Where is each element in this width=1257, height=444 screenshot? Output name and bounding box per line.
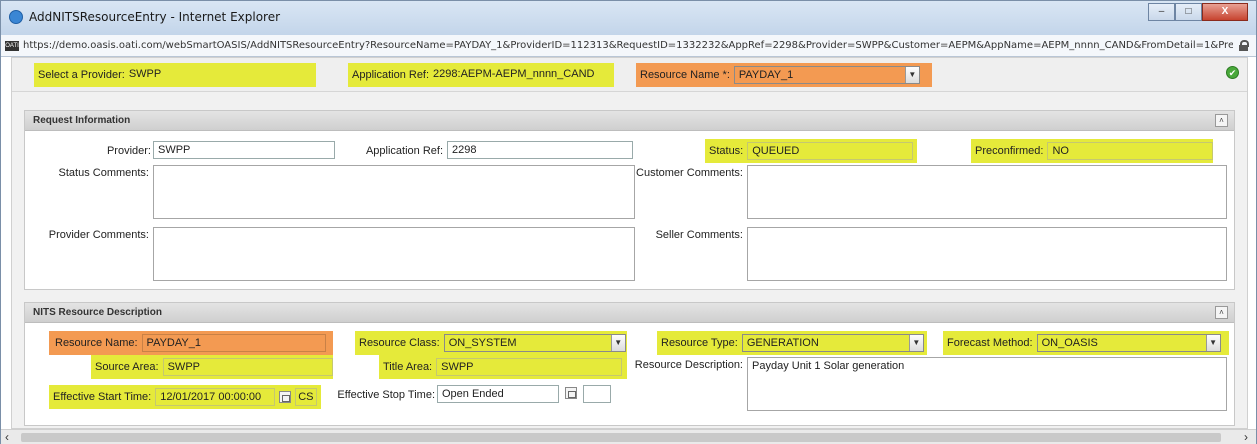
chevron-down-icon[interactable]: ▼ [610,335,625,351]
provider-comments-label: Provider Comments: [48,229,149,241]
minimize-button[interactable]: – [1148,3,1175,21]
application-ref-label: Application Ref: [365,145,443,157]
panel-header: NITS Resource Description ˄ [25,303,1234,323]
provider-selector: Select a Provider: SWPP [34,63,316,87]
provider-label: Provider: [106,145,151,157]
effective-stop-label: Effective Stop Time: [337,389,435,401]
provider-field[interactable]: SWPP [153,141,335,159]
browser-window: AddNITSResourceEntry - Internet Explorer… [0,0,1257,444]
check-circle-icon: ✔ [1226,66,1239,79]
window-title: AddNITSResourceEntry - Internet Explorer [29,10,281,24]
stop-timezone-field[interactable] [583,385,611,403]
title-bar: AddNITSResourceEntry - Internet Explorer… [1,1,1256,35]
calendar-icon[interactable] [565,387,579,401]
scroll-left-icon[interactable]: ‹ [5,430,9,444]
status-label: Status: [709,145,744,157]
panel-title: Request Information [33,115,131,126]
title-area-label: Title Area: [383,361,433,373]
horizontal-scrollbar[interactable]: ‹ › [1,429,1256,444]
panel-header: Request Information ˄ [25,111,1234,131]
page-content: Select a Provider: SWPP Application Ref:… [11,57,1248,429]
source-area-group: Source Area: SWPP [91,355,333,379]
forecast-method-group: Forecast Method: ON_OASIS ▼ [943,331,1229,355]
customer-comments-textarea[interactable] [747,165,1227,219]
resource-name-group: Resource Name: PAYDAY_1 [49,331,333,355]
application-ref-field[interactable]: 2298 [447,141,633,159]
resource-type-group: Resource Type: GENERATION ▼ [657,331,927,355]
provider-value[interactable]: SWPP [125,66,245,84]
effective-start-label: Effective Start Time: [53,391,152,403]
forecast-method-value: ON_OASIS [1041,337,1098,349]
preconfirmed-label: Preconfirmed: [975,145,1044,157]
url-text[interactable]: https://demo.oasis.oati.com/webSmartOASI… [23,40,1233,51]
close-button[interactable]: X [1202,3,1248,21]
seller-comments-label: Seller Comments: [655,229,743,241]
site-favicon-icon: OATI [5,41,19,51]
address-bar[interactable]: OATI https://demo.oasis.oati.com/webSmar… [1,35,1256,57]
resource-class-dropdown[interactable]: ON_SYSTEM ▼ [443,334,626,352]
resource-type-dropdown[interactable]: GENERATION ▼ [741,334,924,352]
source-area-field[interactable]: SWPP [162,358,333,376]
forecast-method-dropdown[interactable]: ON_OASIS ▼ [1036,334,1221,352]
provider-comments-textarea[interactable] [153,227,635,281]
source-area-label: Source Area: [95,361,159,373]
chevron-down-icon[interactable]: ▼ [1205,335,1220,351]
select-provider-label: Select a Provider: [38,69,125,81]
application-ref-label: Application Ref: [352,69,430,81]
customer-comments-label: Customer Comments: [636,167,743,179]
title-area-group: Title Area: SWPP [379,355,627,379]
nits-resource-description-panel: NITS Resource Description ˄ Resource Nam… [24,302,1235,426]
application-ref-selector: Application Ref: 2298:AEPM-AEPM_nnnn_CAN… [348,63,614,87]
resource-class-label: Resource Class: [359,337,440,349]
preconfirmed-field[interactable]: NO [1047,142,1213,160]
start-timezone-field[interactable]: CS [295,388,318,406]
status-comments-textarea[interactable] [153,165,635,219]
maximize-button[interactable]: □ [1175,3,1202,21]
resource-description-textarea[interactable]: Payday Unit 1 Solar generation [747,357,1227,411]
resource-class-group: Resource Class: ON_SYSTEM ▼ [355,331,627,355]
resource-name-label: Resource Name: [55,337,138,349]
resource-description-label: Resource Description: [634,359,743,371]
scroll-thumb[interactable] [21,433,1221,442]
status-comments-label: Status Comments: [58,167,149,179]
resource-type-label: Resource Type: [661,337,738,349]
resource-type-value: GENERATION [746,337,819,349]
effective-start-field[interactable]: 12/01/2017 00:00:00 [155,388,276,406]
scroll-right-icon[interactable]: › [1244,430,1248,444]
resource-name-value: PAYDAY_1 [738,69,794,81]
lock-icon[interactable] [1239,40,1249,51]
calendar-icon[interactable] [279,390,293,404]
status-field[interactable]: QUEUED [747,142,914,160]
selection-bar: Select a Provider: SWPP Application Ref:… [12,58,1247,92]
effective-stop-field[interactable]: Open Ended [437,385,559,403]
seller-comments-textarea[interactable] [747,227,1227,281]
panel-title: NITS Resource Description [33,307,162,318]
resource-name-dropdown[interactable]: PAYDAY_1 ▼ [733,66,920,84]
chevron-down-icon[interactable]: ▼ [908,335,923,351]
collapse-icon[interactable]: ˄ [1215,114,1228,127]
resource-class-value: ON_SYSTEM [448,337,517,349]
forecast-method-label: Forecast Method: [947,337,1033,349]
preconfirmed-group: Preconfirmed: NO [971,139,1213,163]
effective-start-group: Effective Start Time: 12/01/2017 00:00:0… [49,385,321,409]
application-ref-value[interactable]: 2298:AEPM-AEPM_nnnn_CAND [429,66,609,84]
chevron-down-icon[interactable]: ▼ [904,67,919,83]
window-controls: – □ X [1148,3,1248,21]
status-group: Status: QUEUED [705,139,917,163]
collapse-icon[interactable]: ˄ [1215,306,1228,319]
internet-explorer-icon [9,10,23,24]
resource-name-field[interactable]: PAYDAY_1 [141,334,326,352]
resource-name-selector: Resource Name *: PAYDAY_1 ▼ [636,63,932,87]
resource-name-label: Resource Name *: [640,69,730,81]
title-area-field[interactable]: SWPP [436,358,623,376]
request-information-panel: Request Information ˄ Provider: SWPP App… [24,110,1235,290]
